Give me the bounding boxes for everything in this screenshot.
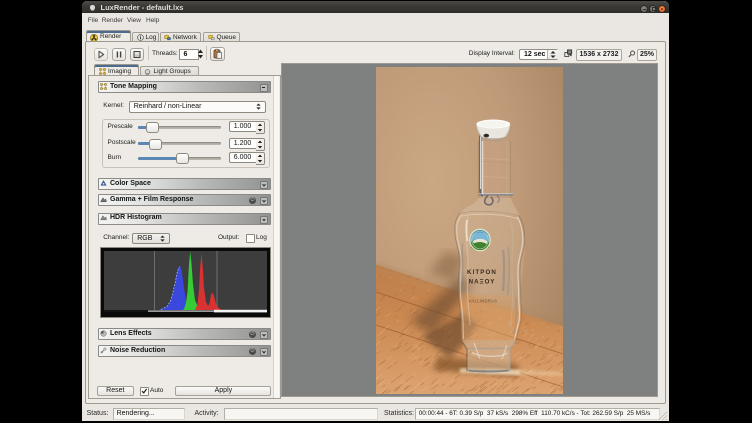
svg-text:KITPON: KITPON: [467, 269, 497, 276]
svg-text:ΝΑΞΟΥ: ΝΑΞΟΥ: [469, 278, 496, 285]
svg-text:VALLINDRAS: VALLINDRAS: [469, 298, 498, 303]
